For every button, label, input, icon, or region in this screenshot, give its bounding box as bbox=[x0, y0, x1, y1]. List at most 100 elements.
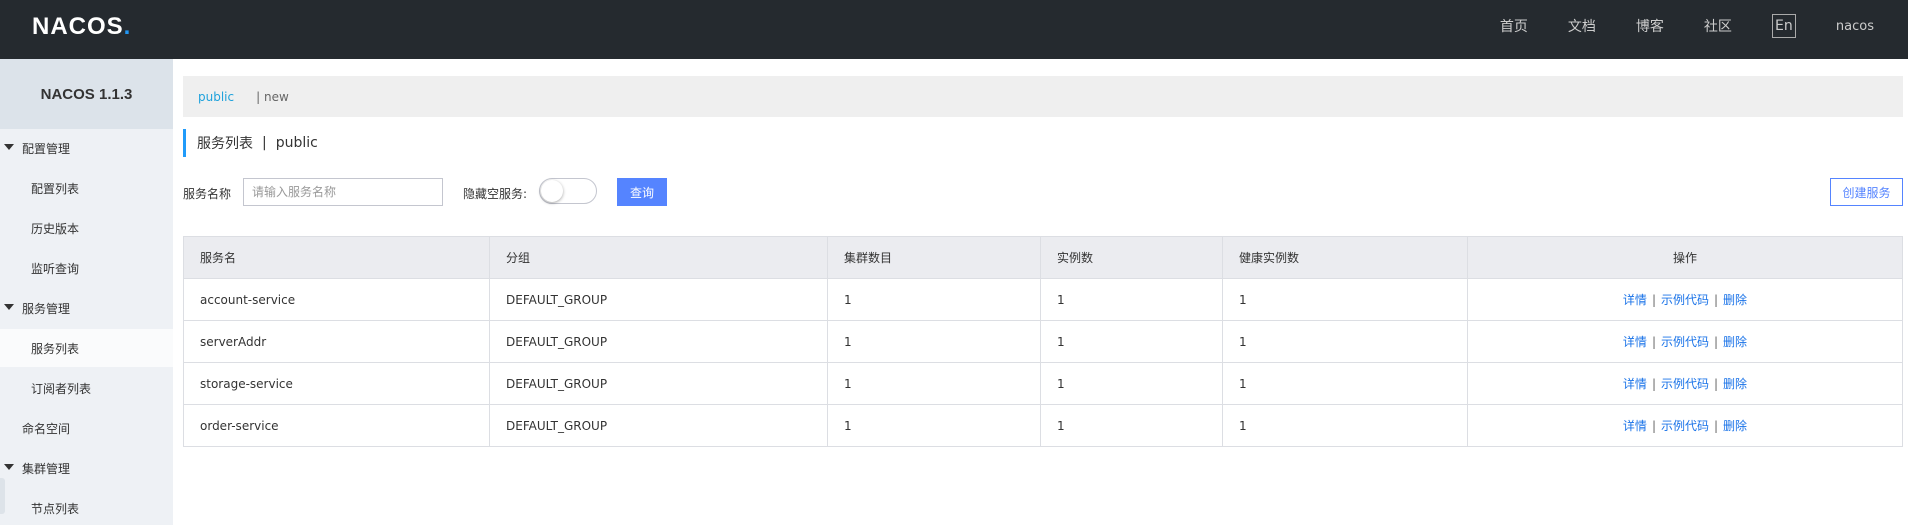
cell-group: DEFAULT_GROUP bbox=[489, 278, 828, 321]
sidebar-item-label: 服务列表 bbox=[31, 341, 80, 356]
action-separator: | bbox=[1714, 335, 1719, 349]
create-service-button[interactable]: 创建服务 bbox=[1830, 178, 1903, 206]
column-header-healthy-count: 健康实例数 bbox=[1222, 236, 1468, 279]
page-title-namespace: public bbox=[275, 135, 318, 151]
table-row: order-service DEFAULT_GROUP 1 1 1 详情 | 示例代… bbox=[183, 404, 1903, 447]
top-nav: 首页 文档 博客 社区 En nacos bbox=[1500, 0, 1908, 52]
cell-instance-count: 1 bbox=[1040, 404, 1223, 447]
cell-service-name: order-service bbox=[183, 404, 490, 447]
cell-service-name: serverAddr bbox=[183, 320, 490, 363]
sidebar-group-label: 服务管理 bbox=[22, 301, 71, 316]
delete-link[interactable]: 删除 bbox=[1723, 377, 1747, 391]
nav-docs-link[interactable]: 文档 bbox=[1568, 16, 1596, 36]
cell-group: DEFAULT_GROUP bbox=[489, 320, 828, 363]
column-header-service-name: 服务名 bbox=[183, 236, 490, 279]
service-name-label: 服务名称 bbox=[183, 187, 232, 201]
delete-link[interactable]: 删除 bbox=[1723, 335, 1747, 349]
namespace-separator: | new bbox=[256, 89, 289, 104]
cell-cluster-count: 1 bbox=[827, 362, 1041, 405]
logo-text: NACOS bbox=[32, 13, 124, 40]
logo-dot: . bbox=[123, 13, 132, 40]
delete-link[interactable]: 删除 bbox=[1723, 419, 1747, 433]
sidebar-item-label: 订阅者列表 bbox=[31, 381, 92, 396]
version-label: NACOS 1.1.3 bbox=[0, 59, 173, 129]
cell-group: DEFAULT_GROUP bbox=[489, 404, 828, 447]
namespace-new-link[interactable]: new bbox=[264, 90, 289, 104]
sidebar-group-service[interactable]: 服务管理 bbox=[0, 289, 173, 327]
cell-healthy-count: 1 bbox=[1222, 278, 1468, 321]
cell-instance-count: 1 bbox=[1040, 278, 1223, 321]
column-header-actions: 操作 bbox=[1467, 236, 1903, 279]
detail-link[interactable]: 详情 bbox=[1623, 335, 1647, 349]
cell-actions: 详情 | 示例代码 | 删除 bbox=[1467, 362, 1903, 405]
cell-instance-count: 1 bbox=[1040, 362, 1223, 405]
detail-link[interactable]: 详情 bbox=[1623, 293, 1647, 307]
nav-home-link[interactable]: 首页 bbox=[1500, 16, 1528, 36]
action-separator: | bbox=[1651, 335, 1656, 349]
page-title: 服务列表 | public bbox=[183, 129, 318, 157]
sidebar: NACOS 1.1.3 配置管理 配置列表 历史版本 监听查询 服务管理 服务列… bbox=[0, 59, 173, 525]
column-header-cluster-count: 集群数目 bbox=[827, 236, 1041, 279]
sidebar-item-node-list[interactable]: 节点列表 bbox=[0, 489, 173, 527]
service-name-input[interactable] bbox=[243, 178, 443, 206]
sidebar-item-service-list[interactable]: 服务列表 bbox=[0, 329, 173, 367]
cell-service-name: account-service bbox=[183, 278, 490, 321]
namespace-bar: public | new bbox=[183, 76, 1903, 117]
sample-code-link[interactable]: 示例代码 bbox=[1661, 335, 1709, 349]
sidebar-group-label: 命名空间 bbox=[22, 421, 71, 436]
action-separator: | bbox=[1651, 293, 1656, 307]
action-separator: | bbox=[1651, 419, 1656, 433]
column-header-group: 分组 bbox=[489, 236, 828, 279]
hide-empty-label: 隐藏空服务: bbox=[463, 187, 528, 201]
table-row: storage-service DEFAULT_GROUP 1 1 1 详情 | 示… bbox=[183, 362, 1903, 405]
action-separator: | bbox=[1714, 419, 1719, 433]
nacos-logo[interactable]: NACOS. bbox=[32, 13, 131, 41]
query-button[interactable]: 查询 bbox=[617, 178, 667, 206]
delete-link[interactable]: 删除 bbox=[1723, 293, 1747, 307]
sample-code-link[interactable]: 示例代码 bbox=[1661, 293, 1709, 307]
detail-link[interactable]: 详情 bbox=[1623, 419, 1647, 433]
page-title-divider: | bbox=[262, 135, 267, 151]
cell-healthy-count: 1 bbox=[1222, 320, 1468, 363]
sidebar-item-config-list[interactable]: 配置列表 bbox=[0, 169, 173, 207]
sidebar-group-label: 配置管理 bbox=[22, 141, 71, 156]
cell-actions: 详情 | 示例代码 | 删除 bbox=[1467, 320, 1903, 363]
username-label: nacos bbox=[1835, 18, 1874, 34]
sidebar-item-namespace[interactable]: 命名空间 bbox=[0, 409, 173, 447]
main-content: public | new 服务列表 | public 服务名称 隐藏空服务: 查… bbox=[183, 59, 1908, 525]
page-title-text: 服务列表 bbox=[197, 136, 253, 152]
cell-cluster-count: 1 bbox=[827, 404, 1041, 447]
sample-code-link[interactable]: 示例代码 bbox=[1661, 377, 1709, 391]
cell-actions: 详情 | 示例代码 | 删除 bbox=[1467, 278, 1903, 321]
caret-down-icon bbox=[4, 464, 14, 470]
sidebar-item-listener-query[interactable]: 监听查询 bbox=[0, 249, 173, 287]
cell-actions: 详情 | 示例代码 | 删除 bbox=[1467, 404, 1903, 447]
detail-link[interactable]: 详情 bbox=[1623, 377, 1647, 391]
nav-blog-link[interactable]: 博客 bbox=[1636, 16, 1664, 36]
nav-community-link[interactable]: 社区 bbox=[1704, 16, 1732, 36]
filter-bar: 服务名称 隐藏空服务: 查询 创建服务 bbox=[183, 178, 1903, 206]
cell-service-name: storage-service bbox=[183, 362, 490, 405]
namespace-public-link[interactable]: public bbox=[198, 90, 234, 104]
language-switch-button[interactable]: En bbox=[1771, 14, 1796, 38]
sidebar-item-label: 配置列表 bbox=[31, 181, 80, 196]
sample-code-link[interactable]: 示例代码 bbox=[1661, 419, 1709, 433]
sidebar-group-config[interactable]: 配置管理 bbox=[0, 129, 173, 167]
sidebar-collapse-handle[interactable] bbox=[0, 478, 5, 514]
sidebar-item-label: 历史版本 bbox=[31, 221, 80, 236]
table-row: serverAddr DEFAULT_GROUP 1 1 1 详情 | 示例代码 | 删… bbox=[183, 320, 1903, 363]
sidebar-group-cluster[interactable]: 集群管理 bbox=[0, 449, 173, 487]
action-separator: | bbox=[1714, 293, 1719, 307]
cell-healthy-count: 1 bbox=[1222, 362, 1468, 405]
caret-down-icon bbox=[4, 304, 14, 310]
cell-cluster-count: 1 bbox=[827, 278, 1041, 321]
sidebar-item-subscriber-list[interactable]: 订阅者列表 bbox=[0, 369, 173, 407]
top-header: NACOS. 首页 文档 博客 社区 En nacos bbox=[0, 0, 1908, 59]
action-separator: | bbox=[1651, 377, 1656, 391]
cell-cluster-count: 1 bbox=[827, 320, 1041, 363]
caret-down-icon bbox=[4, 144, 14, 150]
sidebar-item-history[interactable]: 历史版本 bbox=[0, 209, 173, 247]
cell-healthy-count: 1 bbox=[1222, 404, 1468, 447]
hide-empty-toggle[interactable] bbox=[539, 178, 597, 204]
toggle-knob bbox=[541, 180, 563, 202]
